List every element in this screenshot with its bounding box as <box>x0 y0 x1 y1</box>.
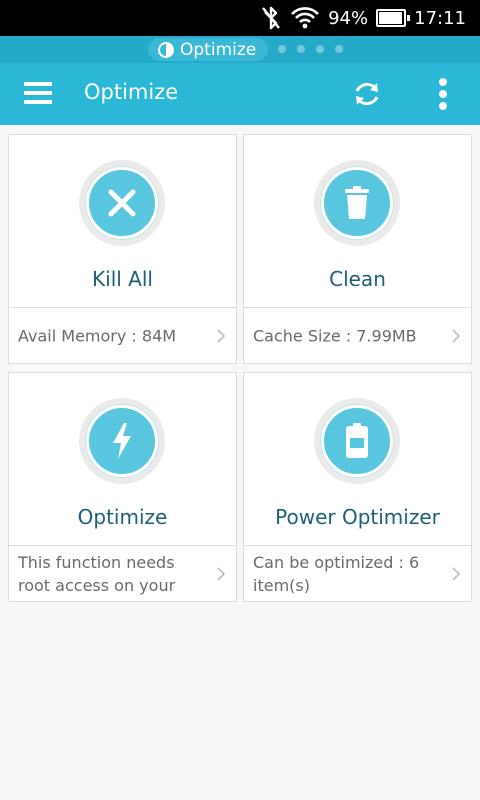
active-page-label: Optimize <box>180 39 257 60</box>
chevron-right-icon <box>452 329 461 343</box>
wifi-icon <box>291 7 320 29</box>
active-page-pill[interactable]: Optimize <box>148 38 268 61</box>
page-indicator-bar: Optimize <box>0 36 480 63</box>
power-optimizer-card[interactable]: Power Optimizer Can be optimized : 6 ite… <box>243 372 472 602</box>
page-dots <box>278 45 343 53</box>
refresh-icon[interactable] <box>352 79 382 109</box>
icon-ring <box>79 160 165 246</box>
close-icon <box>86 167 158 239</box>
icon-ring <box>79 398 165 484</box>
page-dot[interactable] <box>316 45 324 53</box>
battery-fill <box>379 12 402 24</box>
battery-icon <box>376 9 411 27</box>
chevron-right-icon <box>452 567 461 581</box>
status-bar: 94% 17:11 <box>0 0 480 36</box>
card-title: Power Optimizer <box>275 505 440 529</box>
kill-all-card[interactable]: Kill All Avail Memory : 84M <box>8 134 237 364</box>
status-icons: 94% 17:11 <box>260 0 466 36</box>
battery-percent: 94% <box>328 7 369 29</box>
card-description: This function needs root access on your <box>18 553 176 595</box>
bluetooth-off-icon <box>262 6 281 30</box>
card-info-row[interactable]: Cache Size : 7.99MB <box>244 307 471 364</box>
more-vert-icon[interactable] <box>436 77 450 111</box>
page-dot[interactable] <box>335 45 343 53</box>
page-title: Optimize <box>84 80 179 104</box>
card-info-row[interactable]: Avail Memory : 84M <box>9 307 236 364</box>
card-title: Clean <box>329 267 386 291</box>
card-title: Optimize <box>77 505 168 529</box>
card-header: Kill All <box>9 135 236 307</box>
menu-icon[interactable] <box>24 82 52 104</box>
chevron-right-icon <box>217 567 226 581</box>
icon-ring <box>314 160 400 246</box>
optimize-card[interactable]: Optimize This function needs root access… <box>8 372 237 602</box>
clean-card[interactable]: Clean Cache Size : 7.99MB <box>243 134 472 364</box>
card-description: Can be optimized : 6 item(s) <box>253 553 420 595</box>
card-info-row[interactable]: This function needs root access on your <box>9 545 236 602</box>
icon-ring <box>314 398 400 484</box>
page-dot[interactable] <box>278 45 286 53</box>
battery-icon <box>321 405 393 477</box>
card-header: Clean <box>244 135 471 307</box>
page-dot[interactable] <box>297 45 305 53</box>
chevron-right-icon <box>217 329 226 343</box>
card-info-row[interactable]: Can be optimized : 6 item(s) <box>244 545 471 602</box>
optimize-pie-icon <box>158 41 174 58</box>
card-description: Cache Size : 7.99MB <box>253 326 417 346</box>
card-title: Kill All <box>92 267 153 291</box>
card-header: Power Optimizer <box>244 373 471 545</box>
app-bar: Optimize <box>0 63 480 125</box>
card-header: Optimize <box>9 373 236 545</box>
card-description: Avail Memory : 84M <box>18 326 177 346</box>
trash-icon <box>321 167 393 239</box>
lightning-icon <box>86 405 158 477</box>
status-time: 17:11 <box>414 7 466 29</box>
